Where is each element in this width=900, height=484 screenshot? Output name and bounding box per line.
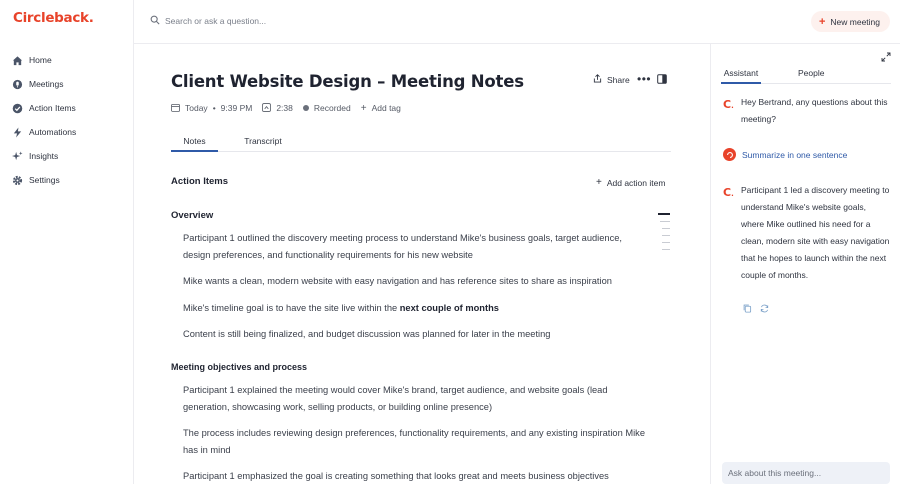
assistant-answer: C. Participant 1 led a discovery meeting…	[723, 182, 891, 284]
add-action-item-button[interactable]: + Add action item	[596, 177, 665, 188]
timeline-text: Mike's timeline goal is to have the site…	[183, 303, 400, 313]
calendar-icon	[171, 103, 185, 114]
assistant-tabs: Assistant People	[721, 68, 891, 84]
sidebar-item-label: Insights	[29, 151, 59, 161]
action-items-heading: Action Items	[171, 176, 229, 187]
home-icon	[12, 55, 23, 66]
clock-icon	[262, 102, 276, 114]
sidebar-item-action-items[interactable]: Action Items	[0, 96, 134, 120]
search-bar[interactable]: Search or ask a question...	[150, 15, 266, 27]
microphone-icon	[12, 79, 23, 90]
plus-icon: +	[596, 177, 602, 188]
sidebar-item-label: Meetings	[29, 79, 64, 89]
answer-actions	[743, 304, 777, 313]
panel-toggle-icon[interactable]	[657, 74, 667, 84]
greeting-text: Hey Bertrand, any questions about this m…	[741, 97, 888, 124]
time-text: 9:39 PM	[220, 103, 253, 113]
meeting-meta: Today • 9:39 PM 2:38 Recorded + Add tag	[171, 100, 401, 116]
copy-icon[interactable]	[743, 304, 752, 313]
recorded-text: Recorded	[313, 103, 351, 113]
record-dot-icon	[302, 105, 309, 111]
minimap-line	[662, 248, 670, 250]
topbar: Search or ask a question... + New meetin…	[134, 0, 900, 44]
tab-transcript[interactable]: Transcript	[243, 136, 283, 146]
minimap-line	[662, 227, 670, 229]
objectives-bullet: Participant 1 explained the meeting woul…	[183, 385, 608, 412]
new-meeting-label: New meeting	[830, 16, 880, 27]
suggestion-icon	[723, 148, 736, 161]
suggestion-text: Summarize in one sentence	[742, 149, 848, 160]
suggestion-chip[interactable]: Summarize in one sentence	[723, 148, 847, 161]
sidebar-nav: Home Meetings Action Items Automations I…	[0, 48, 134, 192]
sidebar-item-home[interactable]: Home	[0, 48, 134, 72]
tab-people[interactable]: People	[798, 68, 824, 78]
objectives-bullet: Participant 1 emphasized the goal is cre…	[183, 471, 609, 481]
minimap-line	[662, 241, 670, 243]
plus-icon: +	[818, 15, 826, 28]
document-minimap[interactable]	[658, 213, 670, 256]
sidebar-item-settings[interactable]: Settings	[0, 168, 134, 192]
circleback-avatar: C.	[723, 186, 734, 199]
add-action-item-label: Add action item	[606, 177, 666, 188]
assistant-greeting: C. Hey Bertrand, any questions about thi…	[723, 94, 891, 128]
new-meeting-button[interactable]: + New meeting	[810, 11, 890, 32]
logo-dot: .	[88, 10, 94, 26]
timeline-bullet: Mike's timeline goal is to have the site…	[183, 300, 645, 317]
sidebar-item-label: Automations	[29, 127, 77, 137]
add-tag-label: Add tag	[371, 103, 401, 113]
sidebar-item-automations[interactable]: Automations	[0, 120, 134, 144]
share-button[interactable]: Share	[593, 74, 630, 85]
sidebar-item-insights[interactable]: Insights	[0, 144, 134, 168]
recorded-badge: Recorded	[302, 103, 351, 113]
plus-icon: +	[360, 102, 367, 114]
minimap-marker	[658, 213, 670, 215]
page-title: Client Website Design – Meeting Notes	[171, 72, 524, 91]
date-text: Today	[185, 103, 208, 113]
share-icon	[593, 74, 607, 85]
regenerate-icon[interactable]	[760, 304, 769, 313]
sidebar-item-label: Settings	[29, 175, 60, 185]
overview-bullet: Mike wants a clean, modern website with …	[183, 276, 612, 286]
add-tag-button[interactable]: + Add tag	[361, 103, 401, 114]
sidebar-item-label: Action Items	[29, 103, 76, 113]
share-label: Share	[607, 74, 630, 85]
sparkle-icon	[12, 150, 23, 162]
lightning-icon	[12, 126, 23, 138]
meeting-duration: 2:38	[262, 102, 293, 114]
search-icon	[150, 15, 165, 27]
gear-icon	[12, 175, 23, 186]
answer-text: Participant 1 led a discovery meeting to…	[741, 185, 890, 280]
tab-notes[interactable]: Notes	[171, 136, 218, 152]
duration-text: 2:38	[276, 103, 293, 113]
sidebar-item-meetings[interactable]: Meetings	[0, 72, 134, 96]
overview-bullet: Content is still being finalized, and bu…	[183, 329, 551, 339]
meeting-notes-main: Client Website Design – Meeting Notes Sh…	[134, 44, 710, 484]
sidebar-item-label: Home	[29, 55, 52, 65]
check-circle-icon	[12, 103, 23, 114]
more-options-icon[interactable]: •••	[637, 72, 651, 86]
tab-assistant[interactable]: Assistant	[721, 68, 761, 84]
search-input[interactable]: Search or ask a question...	[165, 16, 266, 26]
meta-separator: •	[212, 103, 216, 113]
ask-input[interactable]: Ask about this meeting...	[722, 462, 890, 484]
meeting-date: Today • 9:39 PM	[171, 103, 252, 114]
expand-icon[interactable]	[881, 52, 891, 62]
objectives-heading: Meeting objectives and process	[171, 362, 308, 372]
overview-heading: Overview	[171, 210, 214, 221]
notes-tabs: Notes Transcript	[171, 132, 671, 152]
assistant-panel: Assistant People C. Hey Bertrand, any qu…	[710, 44, 900, 484]
timeline-emphasis: next couple of months	[399, 303, 499, 313]
circleback-logo[interactable]: Circleback.	[13, 10, 94, 26]
sidebar: Circleback. Home Meetings Action Items A…	[0, 0, 134, 484]
objectives-bullet: The process includes reviewing design pr…	[183, 428, 645, 455]
circleback-avatar: C.	[723, 98, 734, 111]
minimap-line	[662, 234, 670, 236]
minimap-line	[660, 220, 670, 222]
overview-bullet: Participant 1 outlined the discovery mee…	[183, 233, 622, 260]
logo-text: Circleback	[13, 10, 89, 26]
